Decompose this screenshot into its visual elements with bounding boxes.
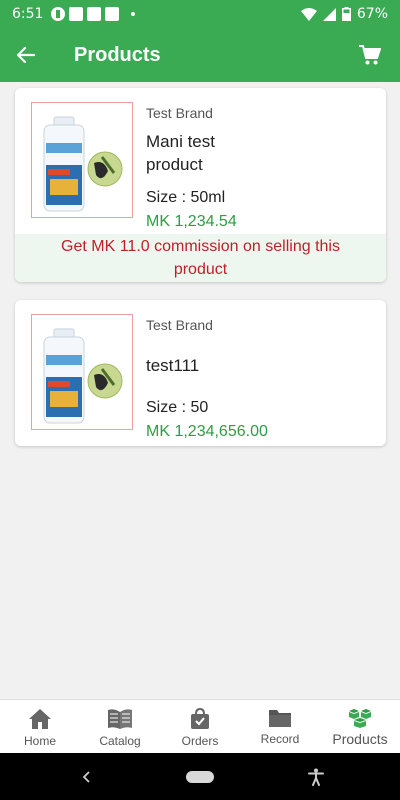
status-bar: 6:51 67%: [0, 0, 400, 28]
boxes-icon: [349, 709, 371, 728]
folder-icon: [269, 710, 291, 727]
product-price: MK 1,234,656.00: [146, 423, 268, 440]
bottom-nav: Home Catalog Orders Record Products: [0, 699, 400, 753]
notification-app-icon: [51, 7, 66, 21]
home-icon: [29, 709, 51, 729]
nav-item-catalog[interactable]: Catalog: [80, 700, 160, 753]
battery-icon: [341, 7, 351, 21]
nav-item-home[interactable]: Home: [0, 700, 80, 753]
bag-icon: [191, 708, 209, 729]
product-size: Size : 50: [146, 399, 209, 416]
product-card[interactable]: Test Brand Mani test product Size : 50ml…: [15, 88, 386, 282]
product-info: Test Brand Mani test product Size : 50ml…: [146, 104, 374, 232]
nav-label: Catalog: [99, 734, 141, 748]
nav-label: Orders: [181, 734, 219, 748]
nav-label: Record: [260, 732, 300, 746]
notification-square-icon: [105, 7, 120, 21]
product-size: Size : 50ml: [146, 189, 226, 206]
page-title: Products: [74, 43, 161, 66]
app-bar: Products: [0, 28, 400, 82]
commission-banner: Get MK 11.0 commission on selling this p…: [15, 234, 386, 282]
accessibility-icon[interactable]: [308, 768, 324, 786]
battery-percent: 67%: [356, 6, 388, 22]
product-price: MK 1,234.54: [146, 213, 237, 230]
product-image: [31, 102, 133, 218]
cart-icon: [359, 45, 381, 65]
nav-item-orders[interactable]: Orders: [160, 700, 240, 753]
signal-icon: [322, 7, 336, 21]
status-time: 6:51: [12, 6, 44, 22]
arrow-left-icon: [17, 47, 35, 63]
wifi-icon: [300, 7, 317, 21]
nav-item-record[interactable]: Record: [240, 700, 320, 753]
product-image: [31, 314, 133, 430]
status-right: 67%: [300, 6, 388, 22]
cart-button[interactable]: [340, 28, 400, 82]
nav-label: Products: [332, 731, 388, 747]
back-button[interactable]: [0, 28, 52, 82]
notification-dot-icon: [131, 12, 136, 16]
back-chevron-icon[interactable]: [82, 770, 92, 783]
product-card[interactable]: Test Brand test111 Size : 50 MK 1,234,65…: [15, 300, 386, 446]
product-brand: Test Brand: [146, 317, 213, 333]
product-brand: Test Brand: [146, 105, 213, 121]
nav-item-products[interactable]: Products: [320, 700, 400, 753]
system-nav-bar: [0, 753, 400, 800]
notification-square-icon: [69, 7, 84, 21]
product-name: Mani test product: [146, 132, 215, 174]
product-name: test111: [146, 356, 200, 375]
notification-square-icon: [87, 7, 102, 21]
home-pill[interactable]: [186, 770, 214, 783]
product-info: Test Brand test111 Size : 50 MK 1,234,65…: [146, 316, 374, 442]
status-notification-icons: [51, 7, 136, 21]
book-icon: [108, 709, 132, 729]
nav-label: Home: [23, 734, 56, 748]
